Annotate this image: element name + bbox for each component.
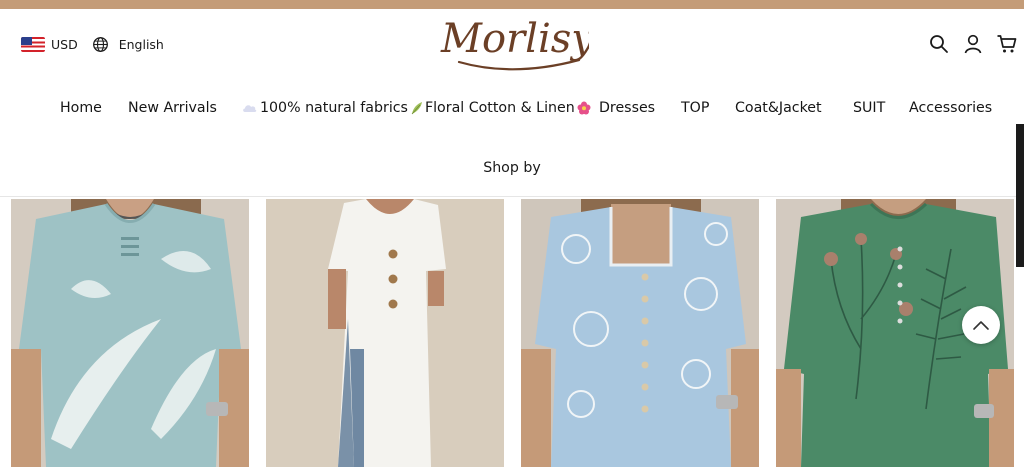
language-label[interactable]: English <box>119 37 164 52</box>
chevron-up-icon <box>973 321 989 330</box>
cart-icon[interactable] <box>996 33 1018 55</box>
header-actions <box>916 33 1018 55</box>
leaf-icon <box>411 102 422 115</box>
nav-item-suit[interactable]: SUIT <box>853 100 885 116</box>
announcement-bar <box>0 0 1024 9</box>
flower-icon <box>577 101 591 115</box>
product-image-2 <box>266 199 504 467</box>
nav-item-home[interactable]: Home <box>60 100 102 116</box>
locale-selector[interactable]: USD English <box>21 36 164 52</box>
nav-item-shop-by[interactable]: Shop by <box>0 160 1024 176</box>
nav-item-top[interactable]: TOP <box>681 100 709 116</box>
search-icon[interactable] <box>928 33 950 55</box>
main-navigation: Home New Arrivals 100% natural fabrics F… <box>0 96 1024 124</box>
product-card-2[interactable] <box>266 199 504 467</box>
nav-label-floral: Floral Cotton & Linen <box>424 100 575 116</box>
header-divider <box>0 196 1024 197</box>
product-card-1[interactable] <box>11 199 249 467</box>
globe-icon <box>92 36 108 52</box>
product-card-3[interactable] <box>521 199 759 467</box>
site-logo[interactable]: Morlisy <box>439 14 589 76</box>
product-image-1 <box>11 199 249 467</box>
nav-label-natural: 100% natural fabrics <box>260 100 408 116</box>
product-image-3 <box>521 199 759 467</box>
nav-item-coat-jacket[interactable]: Coat&Jacket <box>735 100 822 116</box>
flag-us-icon <box>21 36 45 52</box>
site-header: USD English Morlisy <box>0 9 1024 79</box>
cloud-icon <box>243 105 257 112</box>
nav-item-natural-fabrics[interactable]: 100% natural fabrics Floral Cotton & Lin… <box>242 100 591 116</box>
account-icon[interactable] <box>962 33 984 55</box>
nav-item-accessories[interactable]: Accessories <box>909 100 992 116</box>
product-grid <box>0 199 1024 467</box>
nav-item-new-arrivals[interactable]: New Arrivals <box>128 100 217 116</box>
nav-item-dresses[interactable]: Dresses <box>599 100 655 116</box>
currency-label[interactable]: USD <box>51 37 78 52</box>
side-feedback-tab[interactable] <box>1016 124 1024 267</box>
svg-text:Morlisy: Morlisy <box>440 16 589 62</box>
scroll-top-button[interactable] <box>962 306 1000 344</box>
